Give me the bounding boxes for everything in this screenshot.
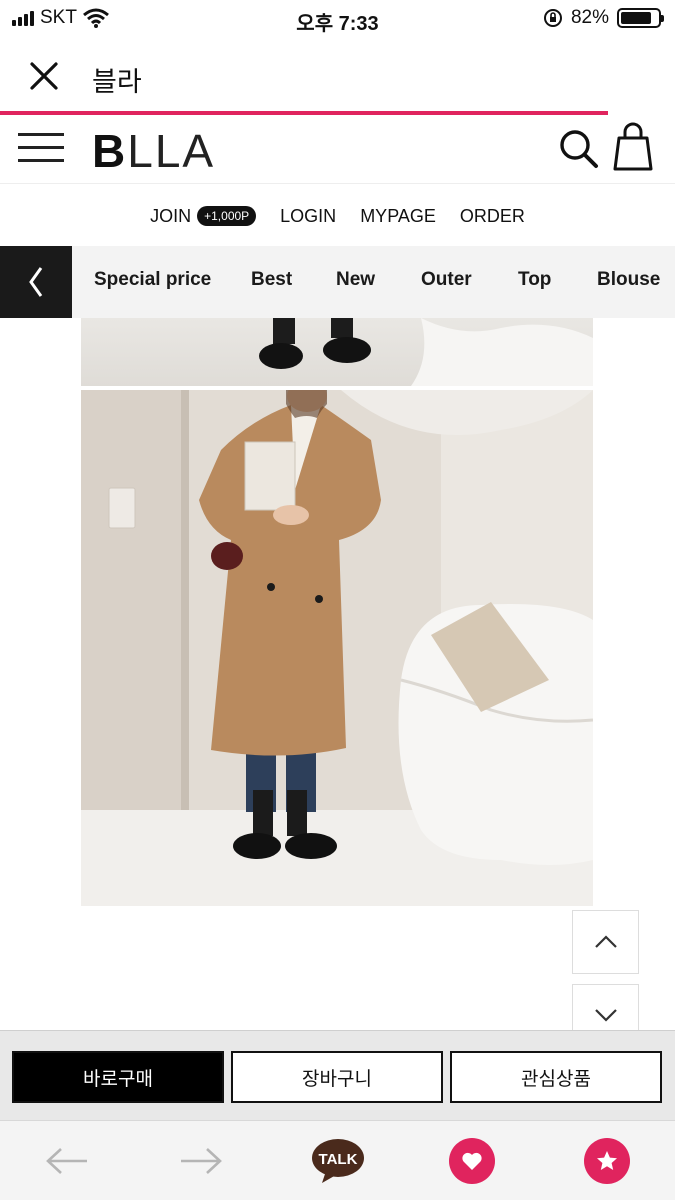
like-button[interactable] [448, 1137, 496, 1185]
wishlist-button[interactable]: 관심상품 [450, 1051, 662, 1103]
buy-now-button[interactable]: 바로구매 [12, 1051, 224, 1103]
talk-label: TALK [319, 1151, 358, 1168]
browser-title-bar: 블라 [0, 40, 675, 112]
battery-percent: 82% [570, 7, 609, 28]
category-new[interactable]: New [336, 269, 375, 291]
forward-button[interactable] [177, 1137, 225, 1185]
favorite-button[interactable] [583, 1137, 631, 1185]
close-icon[interactable] [26, 58, 62, 94]
category-list: Special price Best New Outer Top Blouse [72, 246, 675, 318]
arrow-right-icon [181, 1148, 222, 1174]
category-top[interactable]: Top [518, 269, 551, 291]
purchase-bar: 바로구매 장바구니 관심상품 [0, 1030, 675, 1120]
site-logo[interactable]: BLLA [92, 124, 215, 178]
search-icon[interactable] [556, 126, 600, 170]
back-button[interactable] [43, 1137, 91, 1185]
browser-toolbar: TALK [0, 1120, 675, 1200]
scroll-bottom-button[interactable] [572, 984, 639, 1030]
member-links: JOIN +1,000P LOGIN MYPAGE ORDER [0, 198, 675, 234]
order-link[interactable]: ORDER [460, 206, 525, 227]
page-load-progress [0, 111, 608, 115]
heart-icon [462, 1152, 482, 1170]
browser-title: 블라 [92, 67, 142, 97]
join-link[interactable]: JOIN +1,000P [150, 205, 257, 227]
chevron-down-icon [594, 1008, 617, 1022]
kakao-talk-button[interactable]: TALK [310, 1137, 366, 1185]
category-special-price[interactable]: Special price [94, 269, 211, 291]
join-reward-badge: +1,000P [197, 206, 257, 226]
category-nav: Special price Best New Outer Top Blouse [0, 246, 675, 318]
status-bar: SKT 오후 7:33 82% [0, 0, 675, 38]
category-outer[interactable]: Outer [421, 269, 472, 291]
category-prev-button[interactable] [0, 246, 72, 318]
logo-bold: B [92, 125, 128, 177]
like-circle [449, 1138, 495, 1184]
shopping-bag-icon[interactable] [612, 122, 654, 172]
status-right: 82% [543, 7, 664, 29]
mypage-link[interactable]: MYPAGE [360, 206, 436, 227]
add-to-cart-button[interactable]: 장바구니 [231, 1051, 443, 1103]
favorite-circle [584, 1138, 630, 1184]
join-label: JOIN [150, 205, 192, 226]
talk-bubble-icon: TALK [312, 1139, 364, 1183]
logo-rest: LLA [127, 125, 216, 177]
battery-icon [617, 8, 664, 28]
category-best[interactable]: Best [251, 269, 292, 291]
chevron-up-icon [594, 935, 617, 948]
star-icon [597, 1151, 617, 1170]
category-blouse[interactable]: Blouse [597, 269, 660, 291]
chevron-left-icon [29, 267, 43, 297]
menu-icon[interactable] [18, 133, 64, 165]
arrow-left-icon [46, 1148, 87, 1174]
scroll-top-button[interactable] [572, 910, 639, 974]
login-link[interactable]: LOGIN [280, 206, 336, 227]
product-photo-1 [81, 318, 593, 386]
rotation-lock-icon [543, 9, 562, 27]
product-photo-2 [81, 390, 593, 906]
